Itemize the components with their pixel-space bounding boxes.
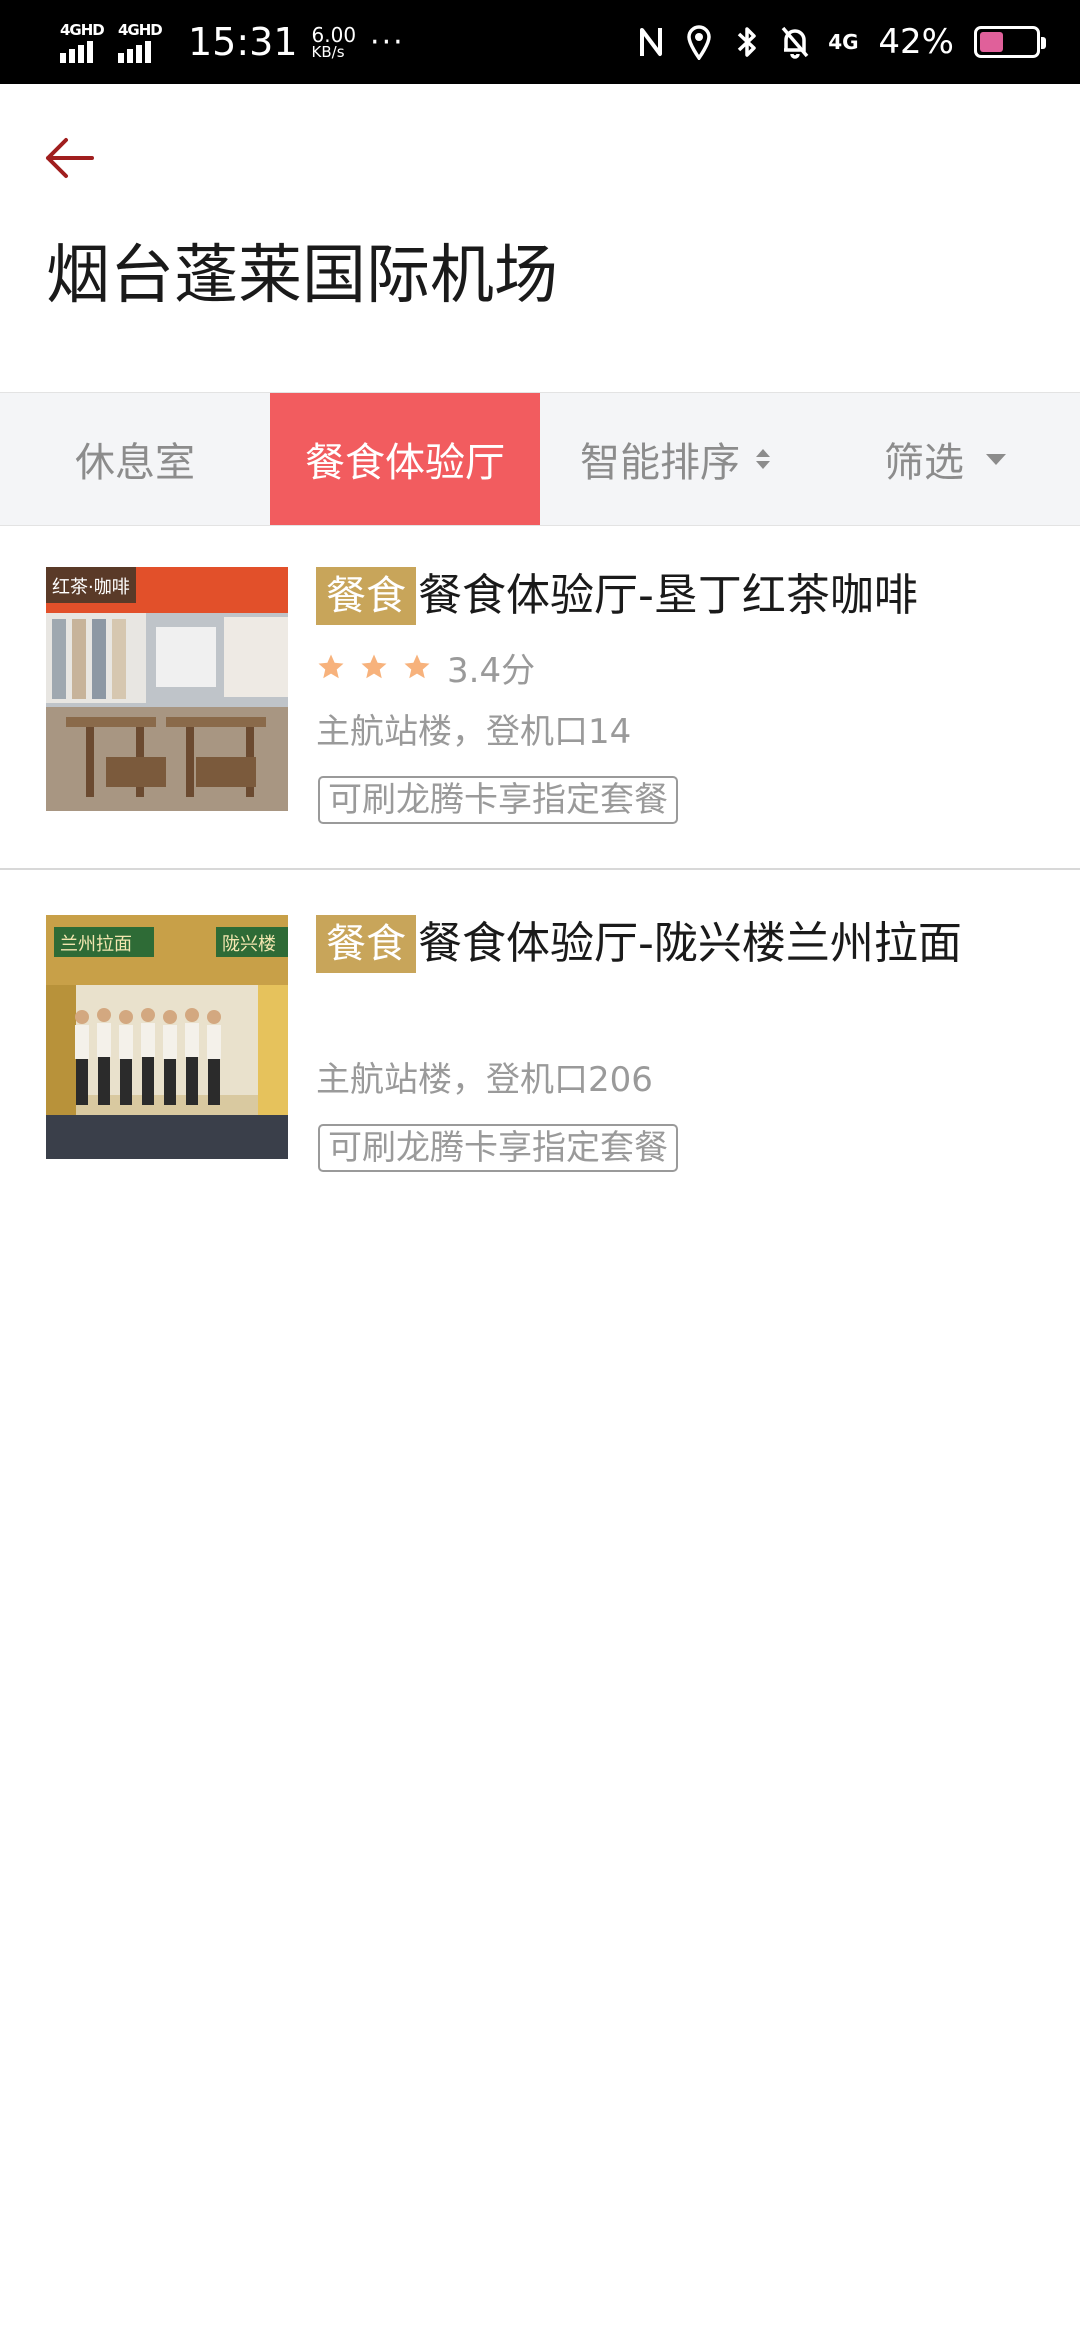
bluetooth-icon <box>730 22 764 62</box>
nfc-icon <box>634 22 668 62</box>
restaurant-name: 餐食体验厅-陇兴楼兰州拉面 <box>418 918 962 969</box>
star-icon <box>318 654 344 679</box>
restaurant-name: 餐食体验厅-垦丁红茶咖啡 <box>418 570 918 621</box>
tab-smart-sort[interactable]: 智能排序 <box>540 393 810 525</box>
rating: 3.4分 <box>316 645 536 691</box>
sim1-label: 4GHD <box>60 21 105 39</box>
tab-dining-hall-label: 餐食体验厅 <box>305 440 505 486</box>
restaurant-photo: 红茶·咖啡 <box>46 567 288 811</box>
status-right: 4G 42% <box>634 0 1046 84</box>
network-speed: 6.00 KB/s <box>312 25 357 60</box>
location-text: 主航站楼，登机口14 <box>316 712 632 752</box>
tab-smart-sort-label: 智能排序 <box>580 440 740 486</box>
tab-lounge-label: 休息室 <box>75 440 195 486</box>
listing-title: 餐食 餐食体验厅-垦丁红茶咖啡 <box>316 567 918 625</box>
speed-unit: KB/s <box>311 42 345 61</box>
mute-bell-icon <box>778 22 812 62</box>
battery-level <box>980 32 1003 52</box>
card-offer-tag: 可刷龙腾卡享指定套餐 <box>318 776 678 824</box>
sim2-label: 4GHD <box>118 21 163 39</box>
list-item[interactable]: 兰州拉面 陇兴楼 餐食 餐食体验厅-陇兴楼兰州拉面 主航站楼，登机口206 可刷… <box>0 872 1080 1217</box>
tab-filter-label: 筛选 <box>884 440 964 486</box>
more-notifications-icon: ··· <box>370 24 405 60</box>
star-icon <box>404 654 430 679</box>
signal-sim1-icon: 4GHD <box>60 17 112 67</box>
clock: 15:31 <box>188 20 298 64</box>
page-title: 烟台蓬莱国际机场 <box>46 239 558 313</box>
status-left: 4GHD 4GHD 15:31 6.00 KB/s ··· <box>60 0 405 84</box>
sign-left-text: 兰州拉面 <box>60 934 132 955</box>
status-bar: 4GHD 4GHD 15:31 6.00 KB/s ··· 4G 42% <box>0 0 1080 84</box>
sign-text: 红茶·咖啡 <box>52 577 130 598</box>
signal-sim2-icon: 4GHD <box>118 17 170 67</box>
category-badge: 餐食 <box>316 567 416 625</box>
tab-dining-hall[interactable]: 餐食体验厅 <box>270 393 540 525</box>
rating-score: 3.4分 <box>447 650 536 691</box>
battery-percent: 42% <box>878 22 954 62</box>
tab-lounge[interactable]: 休息室 <box>0 393 270 525</box>
net-label: 4G <box>828 30 859 54</box>
speed-value: 6.00 <box>311 22 357 47</box>
list-item[interactable]: 红茶·咖啡 餐食 餐食体验厅-垦丁红茶咖啡 3.4分 主航站楼，登机口14 可刷… <box>0 527 1080 870</box>
4g-data-icon: 4G <box>826 22 860 62</box>
location-text: 主航站楼，登机口206 <box>316 1060 653 1100</box>
star-icon <box>361 654 387 679</box>
restaurant-photo: 兰州拉面 陇兴楼 <box>46 915 288 1159</box>
sort-updown-icon <box>756 449 770 469</box>
listing-title: 餐食 餐食体验厅-陇兴楼兰州拉面 <box>316 915 962 973</box>
tab-filter[interactable]: 筛选 <box>810 393 1080 525</box>
battery-icon <box>974 26 1046 58</box>
filter-tab-bar: 休息室 餐食体验厅 智能排序 筛选 <box>0 392 1080 526</box>
category-badge: 餐食 <box>316 915 416 973</box>
location-icon <box>682 22 716 62</box>
caret-down-icon <box>986 453 1006 465</box>
sign-right-text: 陇兴楼 <box>222 934 276 955</box>
arrow-left-icon <box>46 138 94 178</box>
back-button[interactable] <box>40 130 106 186</box>
card-offer-tag: 可刷龙腾卡享指定套餐 <box>318 1124 678 1172</box>
